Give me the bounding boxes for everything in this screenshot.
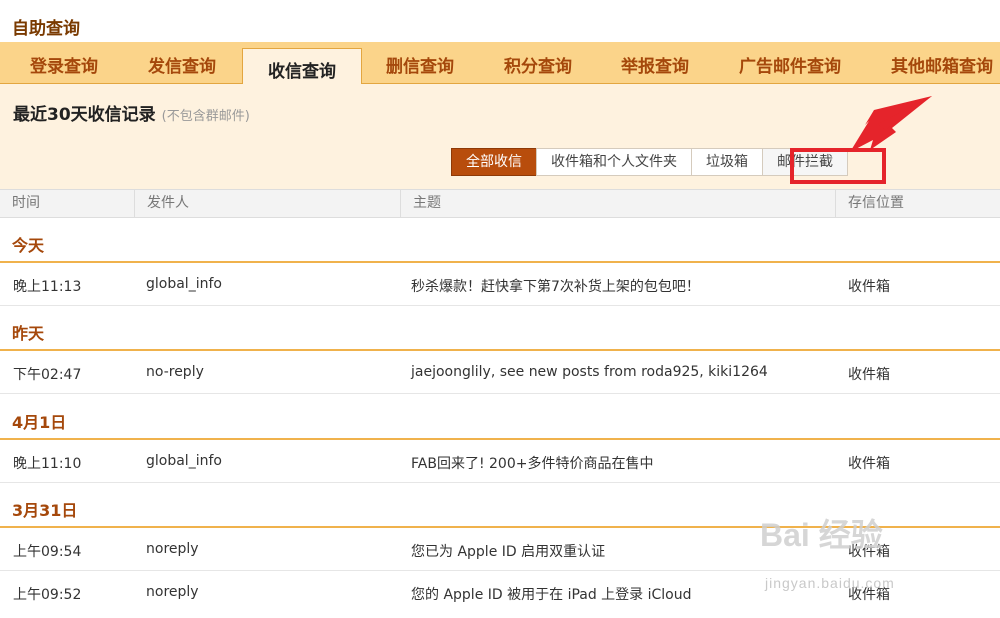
row-sender: global_info (146, 276, 222, 292)
row-subject[interactable]: 您已为 Apple ID 启用双重认证 (411, 541, 605, 561)
row-sender: noreply (146, 584, 199, 600)
date-group-label: 3月31日 (12, 501, 78, 520)
row-subject[interactable]: jaejoonglily, see new posts from roda925… (411, 364, 768, 380)
header-location: 存信位置 (835, 190, 1000, 217)
header-sender: 发件人 (134, 190, 400, 217)
row-location: 收件箱 (848, 456, 890, 472)
table-row[interactable]: 晚上11:10 global_info FAB回来了! 200+多件特价商品在售… (0, 440, 1000, 483)
date-group: 昨天 (0, 306, 1000, 351)
baidu-watermark-logo: Bai 经验 (760, 517, 883, 553)
row-sender: no-reply (146, 364, 204, 380)
row-time: 晚上11:13 (13, 279, 82, 295)
row-subject[interactable]: 秒杀爆款！赶快拿下第7次补货上架的包包吧！ (411, 276, 700, 296)
row-time: 晚上11:10 (13, 456, 82, 472)
row-sender: global_info (146, 453, 222, 469)
row-sender: noreply (146, 541, 199, 557)
row-subject[interactable]: FAB回来了! 200+多件特价商品在售中 (411, 453, 653, 473)
row-time: 上午09:54 (13, 544, 82, 560)
row-time: 下午02:47 (13, 367, 82, 383)
header-time: 时间 (12, 195, 40, 211)
baidu-watermark-url: jingyan.baidu.com (765, 575, 895, 591)
date-group-label: 昨天 (12, 324, 45, 343)
date-group: 今天 (0, 218, 1000, 263)
date-group-label: 今天 (12, 236, 45, 255)
date-group-label: 4月1日 (12, 413, 67, 432)
row-location: 收件箱 (848, 279, 890, 295)
row-time: 上午09:52 (13, 587, 82, 603)
header-subject: 主题 (400, 190, 835, 217)
date-group: 4月1日 (0, 395, 1000, 440)
row-subject[interactable]: 您的 Apple ID 被用于在 iPad 上登录 iCloud (411, 584, 692, 604)
table-row[interactable]: 下午02:47 no-reply jaejoonglily, see new p… (0, 351, 1000, 394)
row-location: 收件箱 (848, 367, 890, 383)
table-row[interactable]: 晚上11:13 global_info 秒杀爆款！赶快拿下第7次补货上架的包包吧… (0, 263, 1000, 306)
table-header: 时间 发件人 主题 存信位置 (0, 189, 1000, 218)
